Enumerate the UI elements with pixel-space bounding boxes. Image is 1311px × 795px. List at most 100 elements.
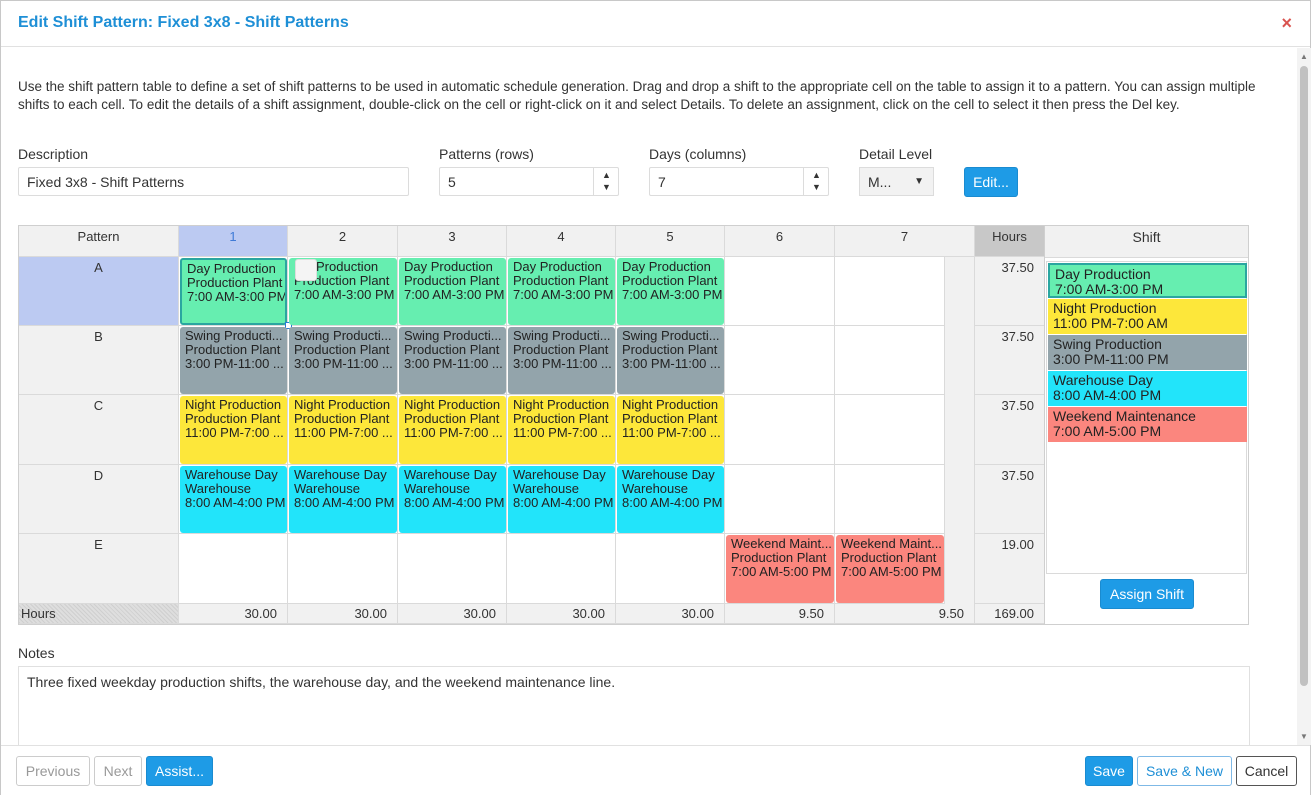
next-button[interactable]: Next bbox=[94, 756, 142, 786]
shift-block-c1[interactable]: Night Production Production Plant 11:00 … bbox=[180, 396, 287, 464]
row-label-a[interactable]: A bbox=[19, 257, 179, 326]
day-total-2: 30.00 bbox=[288, 604, 398, 624]
shift-block-e7[interactable]: Weekend Maint... Production Plant 7:00 A… bbox=[836, 535, 944, 603]
dialog-scrollbar[interactable]: ▲ ▼ bbox=[1297, 48, 1311, 745]
shift-block-d4[interactable]: Warehouse Day Warehouse 8:00 AM-4:00 PM bbox=[508, 466, 615, 533]
shift-block-b1[interactable]: Swing Producti... Production Plant 3:00 … bbox=[180, 327, 287, 394]
shift-block-b2[interactable]: Swing Producti... Production Plant 3:00 … bbox=[289, 327, 397, 394]
shift-name: Night Production bbox=[185, 397, 282, 412]
shift-name: Day Production bbox=[513, 259, 602, 274]
row-label-b[interactable]: B bbox=[19, 326, 179, 395]
detail-level-select[interactable]: M... ▼ bbox=[859, 167, 934, 196]
shift-block-a3[interactable]: Day Production Production Plant 7:00 AM-… bbox=[399, 258, 506, 325]
row-label-d[interactable]: D bbox=[19, 465, 179, 534]
edit-detail-button[interactable]: Edit... bbox=[964, 167, 1018, 197]
grid-cell[interactable] bbox=[725, 257, 835, 326]
spin-down-icon[interactable]: ▼ bbox=[812, 182, 821, 192]
shift-name: Day Production bbox=[187, 261, 276, 276]
shift-block-b5[interactable]: Swing Producti... Production Plant 3:00 … bbox=[617, 327, 724, 394]
assist-button[interactable]: Assist... bbox=[146, 756, 213, 786]
shift-block-a2[interactable]: Production Production Plant 7:00 AM-3:00… bbox=[289, 258, 397, 325]
shift-location: Production Plant bbox=[294, 411, 390, 426]
shift-name: Swing Producti... bbox=[185, 328, 283, 343]
grid-cell[interactable] bbox=[835, 257, 945, 326]
scroll-up-icon[interactable]: ▲ bbox=[1300, 52, 1308, 61]
patterns-stepper[interactable]: 5 ▲ ▼ bbox=[439, 167, 619, 196]
shift-location: Production Plant bbox=[622, 273, 718, 288]
grid-cell[interactable] bbox=[507, 534, 616, 604]
shift-block-a1[interactable]: Day Production Production Plant 7:00 AM-… bbox=[180, 258, 287, 325]
grid-cell[interactable] bbox=[616, 534, 725, 604]
spin-up-icon[interactable]: ▲ bbox=[602, 170, 611, 180]
shift-block-a4[interactable]: Day Production Production Plant 7:00 AM-… bbox=[508, 258, 615, 325]
shift-block-b3[interactable]: Swing Producti... Production Plant 3:00 … bbox=[399, 327, 506, 394]
shift-block-d2[interactable]: Warehouse Day Warehouse 8:00 AM-4:00 PM bbox=[289, 466, 397, 533]
shift-item-swing-production[interactable]: Swing Production 3:00 PM-11:00 PM bbox=[1048, 335, 1247, 370]
day-header-4[interactable]: 4 bbox=[507, 226, 616, 257]
scroll-thumb[interactable] bbox=[1300, 66, 1308, 686]
shift-item-night-production[interactable]: Night Production 11:00 PM-7:00 AM bbox=[1048, 299, 1247, 334]
save-and-new-button[interactable]: Save & New bbox=[1137, 756, 1232, 786]
days-value: 7 bbox=[658, 174, 666, 190]
shift-block-a5[interactable]: Day Production Production Plant 7:00 AM-… bbox=[617, 258, 724, 325]
shift-location: Production Plant bbox=[187, 275, 283, 290]
shift-block-d5[interactable]: Warehouse Day Warehouse 8:00 AM-4:00 PM bbox=[617, 466, 724, 533]
shift-location: Production Plant bbox=[622, 411, 718, 426]
shift-time: 8:00 AM-4:00 PM bbox=[185, 495, 286, 510]
grid-cell[interactable] bbox=[179, 534, 288, 604]
hours-column-header: Hours bbox=[975, 226, 1045, 257]
shift-item-warehouse-day[interactable]: Warehouse Day 8:00 AM-4:00 PM bbox=[1048, 371, 1247, 406]
days-spinner[interactable]: ▲ ▼ bbox=[803, 167, 829, 196]
day-total-5: 30.00 bbox=[616, 604, 725, 624]
spin-down-icon[interactable]: ▼ bbox=[602, 182, 611, 192]
shift-name: Weekend Maint... bbox=[731, 536, 832, 551]
day-header-3[interactable]: 3 bbox=[398, 226, 507, 257]
shift-block-c3[interactable]: Night Production Production Plant 11:00 … bbox=[399, 396, 506, 464]
day-header-1[interactable]: 1 bbox=[179, 226, 288, 257]
patterns-spinner[interactable]: ▲ ▼ bbox=[593, 167, 619, 196]
spin-up-icon[interactable]: ▲ bbox=[812, 170, 821, 180]
shift-location: Warehouse bbox=[185, 481, 251, 496]
row-label-c[interactable]: C bbox=[19, 395, 179, 465]
description-input[interactable]: Fixed 3x8 - Shift Patterns bbox=[18, 167, 409, 196]
shift-block-b4[interactable]: Swing Producti... Production Plant 3:00 … bbox=[508, 327, 615, 394]
grid-cell[interactable] bbox=[398, 534, 507, 604]
row-hours-b: 37.50 bbox=[975, 326, 1045, 395]
grid-cell[interactable] bbox=[725, 395, 835, 465]
shift-block-d1[interactable]: Warehouse Day Warehouse 8:00 AM-4:00 PM bbox=[180, 466, 287, 533]
shift-item-day-production[interactable]: Day Production 7:00 AM-3:00 PM bbox=[1048, 263, 1247, 298]
row-label-e[interactable]: E bbox=[19, 534, 179, 604]
day-header-5[interactable]: 5 bbox=[616, 226, 725, 257]
shift-block-c2[interactable]: Night Production Production Plant 11:00 … bbox=[289, 396, 397, 464]
grid-cell[interactable] bbox=[288, 534, 398, 604]
grid-cell[interactable] bbox=[835, 395, 945, 465]
grid-cell[interactable] bbox=[725, 465, 835, 534]
day-header-6[interactable]: 6 bbox=[725, 226, 835, 257]
shift-block-c4[interactable]: Night Production Production Plant 11:00 … bbox=[508, 396, 615, 464]
day-header-2[interactable]: 2 bbox=[288, 226, 398, 257]
grid-cell[interactable] bbox=[835, 326, 945, 395]
shift-block-d3[interactable]: Warehouse Day Warehouse 8:00 AM-4:00 PM bbox=[399, 466, 506, 533]
save-button[interactable]: Save bbox=[1085, 756, 1133, 786]
day-total-3: 30.00 bbox=[398, 604, 507, 624]
assign-shift-button[interactable]: Assign Shift bbox=[1100, 579, 1194, 609]
shift-item-weekend-maintenance[interactable]: Weekend Maintenance 7:00 AM-5:00 PM bbox=[1048, 407, 1247, 442]
pattern-column-header: Pattern bbox=[19, 226, 179, 257]
shift-name: Swing Producti... bbox=[622, 328, 720, 343]
shift-location: Production Plant bbox=[731, 550, 827, 565]
scroll-down-icon[interactable]: ▼ bbox=[1300, 732, 1308, 741]
close-icon[interactable]: × bbox=[1281, 13, 1292, 34]
days-stepper[interactable]: 7 ▲ ▼ bbox=[649, 167, 829, 196]
shift-name: Day Production bbox=[404, 259, 493, 274]
shift-block-e6[interactable]: Weekend Maint... Production Plant 7:00 A… bbox=[726, 535, 834, 603]
day-header-7[interactable]: 7 bbox=[835, 226, 975, 257]
shift-block-c5[interactable]: Night Production Production Plant 11:00 … bbox=[617, 396, 724, 464]
shift-location: Production Plant bbox=[404, 342, 500, 357]
grid-cell[interactable] bbox=[725, 326, 835, 395]
notes-textarea[interactable]: Three fixed weekday production shifts, t… bbox=[18, 666, 1250, 746]
caret-down-icon: ▼ bbox=[914, 176, 924, 187]
previous-button[interactable]: Previous bbox=[16, 756, 90, 786]
grid-cell[interactable] bbox=[835, 465, 945, 534]
cancel-button[interactable]: Cancel bbox=[1236, 756, 1297, 786]
notes-label: Notes bbox=[18, 645, 55, 661]
